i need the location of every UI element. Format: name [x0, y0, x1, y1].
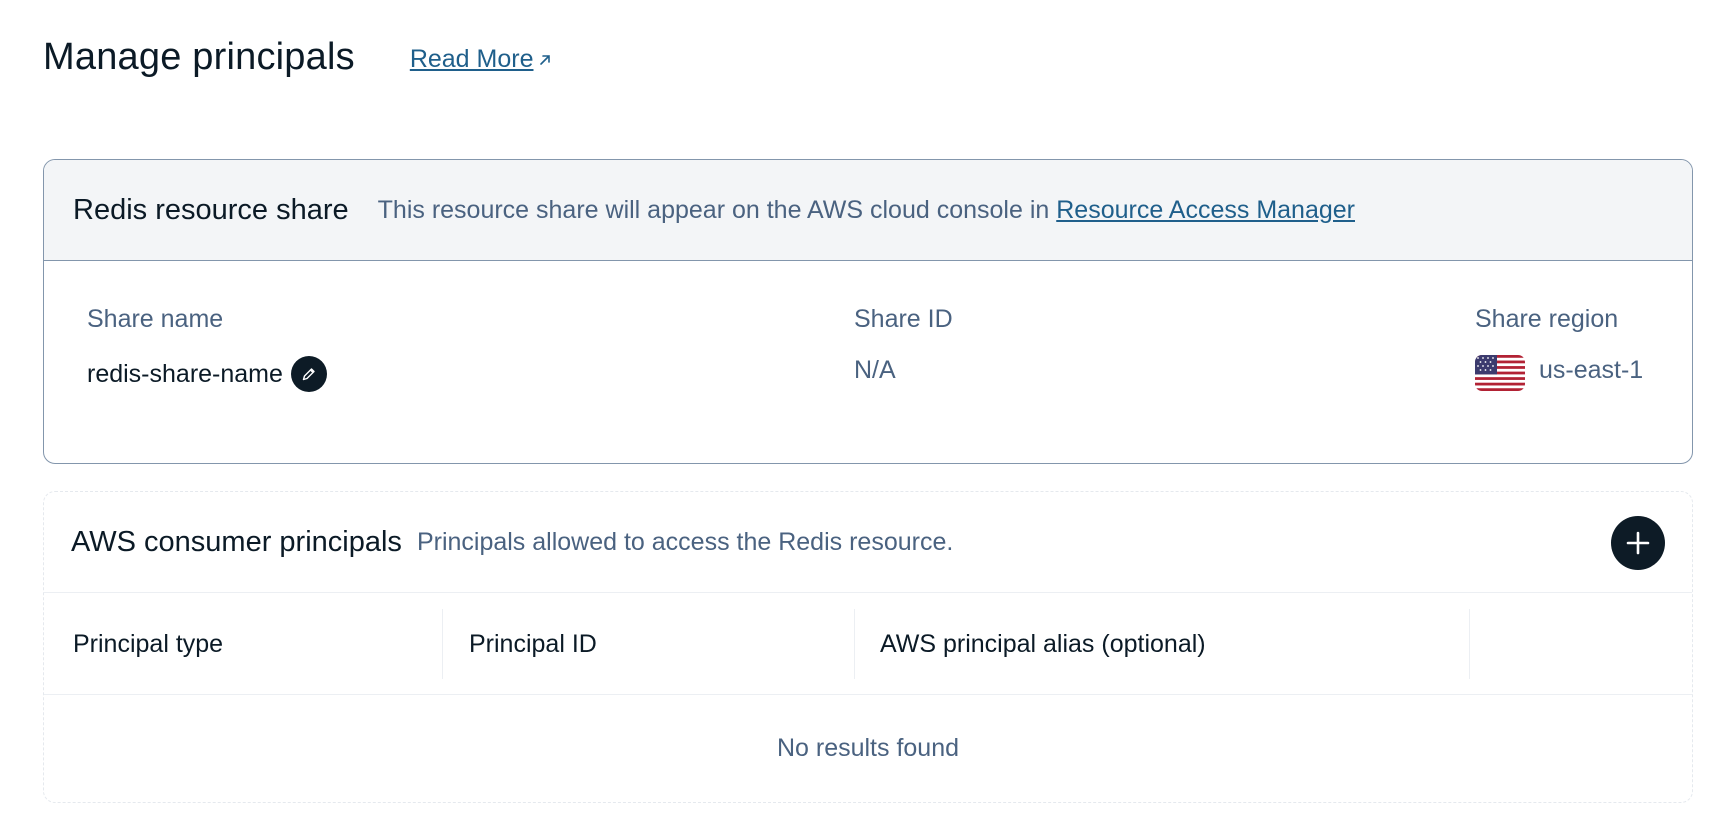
resource-access-manager-link[interactable]: Resource Access Manager — [1056, 196, 1355, 224]
column-divider — [442, 609, 443, 679]
empty-state-text: No results found — [776, 733, 960, 762]
principals-card: AWS consumer principals Principals allow… — [43, 491, 1693, 803]
resource-share-title: Redis resource share — [73, 193, 349, 226]
resource-share-header: Redis resource share This resource share… — [44, 160, 1692, 261]
us-flag-icon — [1475, 355, 1525, 391]
resource-share-description-text: This resource share will appear on the A… — [377, 195, 1057, 224]
principals-header: AWS consumer principals Principals allow… — [44, 492, 1692, 593]
share-name-value-group: redis-share-name — [87, 356, 327, 392]
share-id-value: N/A — [854, 356, 896, 384]
share-name-value: redis-share-name — [87, 359, 283, 388]
edit-share-name-button[interactable] — [290, 356, 327, 392]
empty-state-row: No results found — [44, 695, 1692, 801]
column-header-principal-alias[interactable]: AWS principal alias (optional) — [880, 593, 1206, 695]
read-more-link[interactable]: Read More — [410, 45, 554, 74]
external-link-icon — [540, 54, 551, 65]
principals-title: AWS consumer principals — [71, 525, 402, 558]
pencil-icon — [302, 368, 315, 381]
read-more-label: Read More — [409, 45, 534, 73]
column-divider — [854, 609, 855, 679]
add-principal-button[interactable] — [1611, 516, 1665, 570]
share-region-value: us-east-1 — [1539, 356, 1644, 384]
page-header: Manage principals Read More — [43, 36, 553, 79]
plus-icon — [1626, 531, 1650, 555]
resource-share-card: Redis resource share This resource share… — [43, 159, 1693, 464]
column-header-principal-type[interactable]: Principal type — [73, 593, 223, 695]
principals-table-header: Principal type Principal ID AWS principa… — [44, 593, 1692, 695]
column-header-principal-id[interactable]: Principal ID — [469, 593, 597, 695]
share-name-label: Share name — [87, 305, 224, 333]
principals-description: Principals allowed to access the Redis r… — [416, 527, 954, 556]
share-id-label: Share ID — [854, 305, 953, 333]
page-title: Manage principals — [43, 36, 355, 78]
share-region-label: Share region — [1475, 305, 1619, 333]
resource-share-description: This resource share will appear on the A… — [378, 196, 1355, 225]
column-divider — [1469, 609, 1470, 679]
page: Manage principals Read More Redis resour… — [0, 0, 1730, 840]
